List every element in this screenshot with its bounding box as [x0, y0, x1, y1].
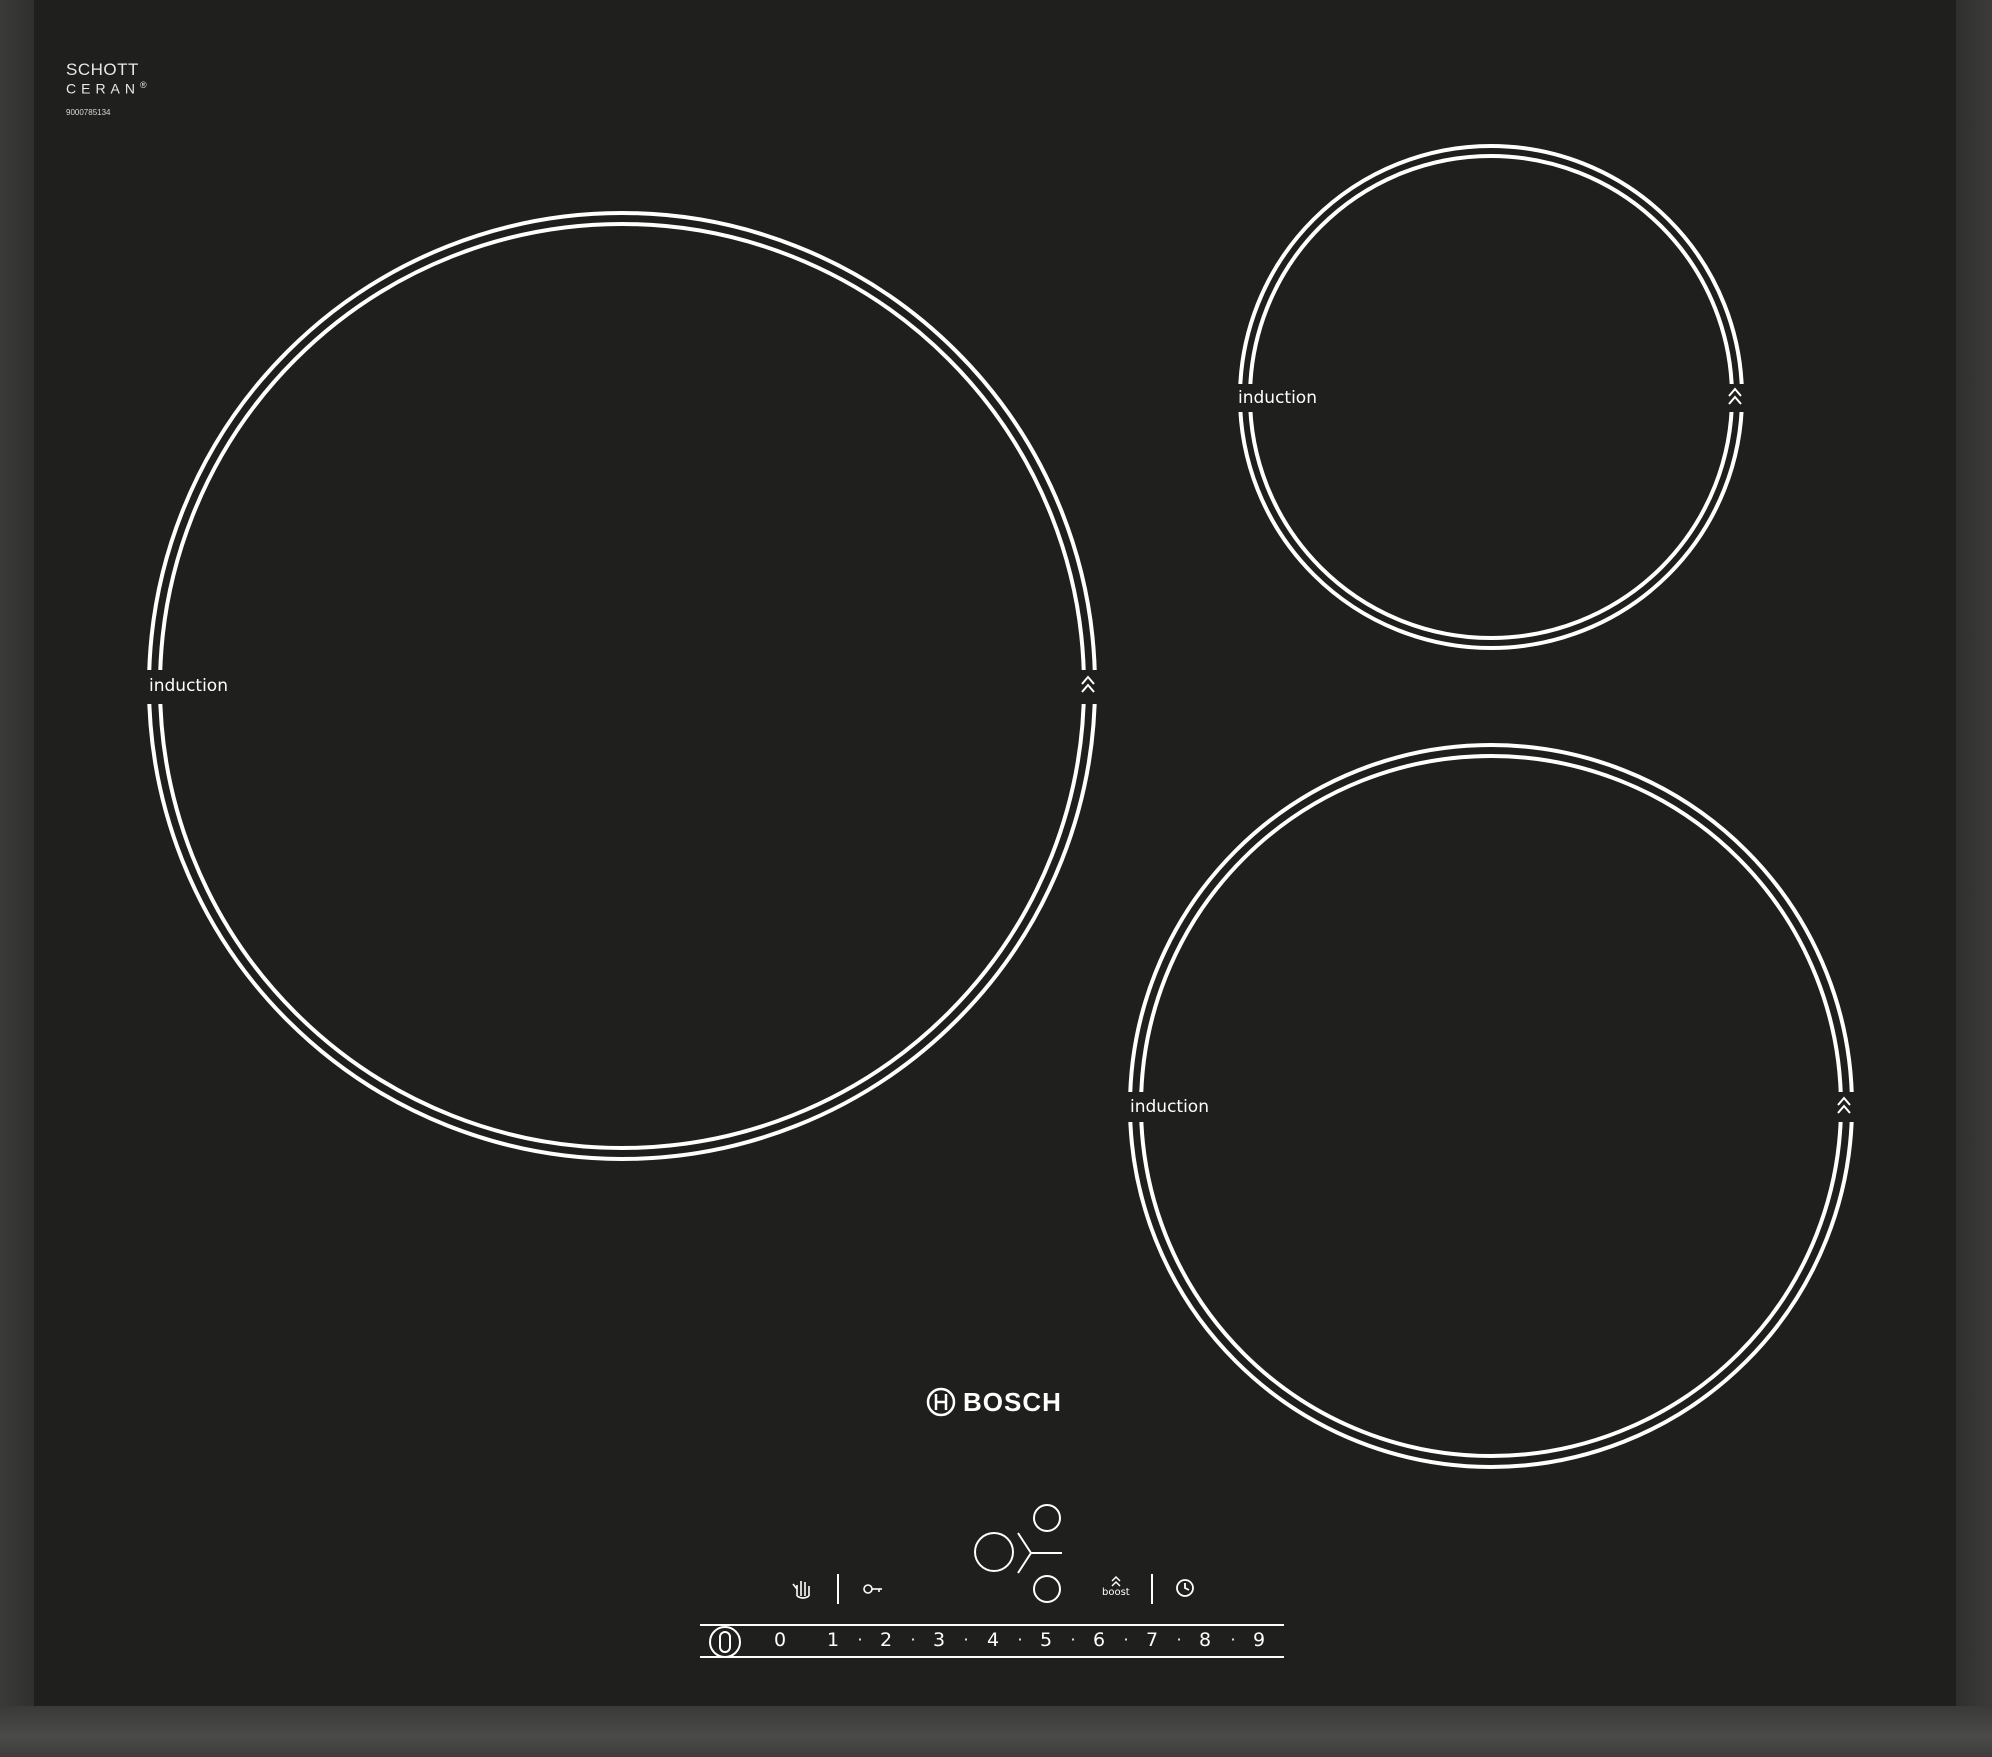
bosch-logo-spacer	[924, 1387, 954, 1417]
level-separator: ·	[910, 1630, 916, 1649]
cooking-zones	[144, 144, 1864, 1658]
bosch-wordmark: BOSCH	[963, 1386, 1062, 1417]
boost-chevron-icon[interactable]	[1111, 1575, 1121, 1587]
power-level-5[interactable]: 5	[1031, 1629, 1061, 1651]
level-separator: ·	[1176, 1630, 1182, 1649]
power-level-4[interactable]: 4	[978, 1629, 1008, 1651]
ceran-logo: CERAN®	[66, 78, 147, 96]
registered-mark: ®	[140, 80, 147, 90]
power-level-9[interactable]: 9	[1244, 1629, 1274, 1651]
power-level-6[interactable]: 6	[1084, 1629, 1114, 1651]
power-level-2[interactable]: 2	[871, 1629, 901, 1651]
level-separator: ·	[1230, 1630, 1236, 1649]
schott-logo: SCHOTT	[66, 60, 139, 79]
ceran-text: CERAN	[66, 80, 141, 97]
clock-icon[interactable]	[1176, 1579, 1194, 1597]
boost-label: boost	[1102, 1587, 1130, 1598]
serial-number: 9000785134	[66, 108, 111, 117]
three-zone-selector-icon[interactable]	[974, 1504, 1062, 1603]
level-separator: ·	[1017, 1630, 1023, 1649]
power-icon[interactable]	[709, 1626, 741, 1658]
level-separator: ·	[857, 1630, 863, 1649]
power-level-0[interactable]: 0	[765, 1629, 795, 1651]
hand-icon[interactable]	[792, 1581, 810, 1599]
cooking-zone-medium	[1128, 743, 1854, 1469]
power-level-8[interactable]: 8	[1190, 1629, 1220, 1651]
power-level-7[interactable]: 7	[1137, 1629, 1167, 1651]
zone-label-medium: induction	[1128, 1097, 1211, 1117]
zone-label-small: induction	[1236, 388, 1319, 408]
level-separator: ·	[1123, 1630, 1129, 1649]
power-level-1[interactable]: 1	[818, 1629, 848, 1651]
induction-cooktop: SCHOTT CERAN® 9000785134 induction induc…	[0, 0, 1992, 1757]
level-separator: ·	[963, 1630, 969, 1649]
level-separator: ·	[1070, 1630, 1076, 1649]
cooking-zone-large	[147, 211, 1097, 1161]
power-level-3[interactable]: 3	[924, 1629, 954, 1651]
key-icon[interactable]	[863, 1584, 882, 1594]
bosch-brand: BOSCH	[924, 1386, 1062, 1418]
zone-label-large: induction	[147, 676, 230, 696]
